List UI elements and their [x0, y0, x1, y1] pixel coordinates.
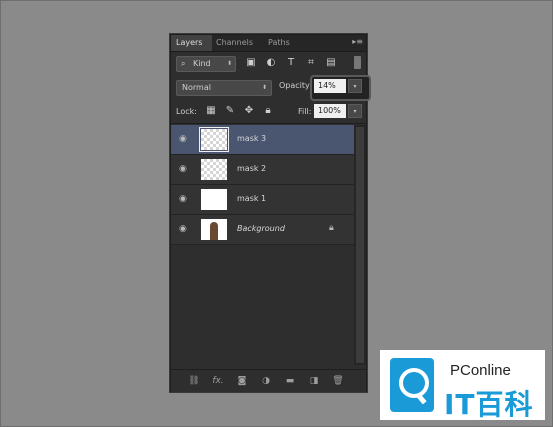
new-group-icon[interactable]: ▬: [283, 375, 297, 387]
lock-image-pixels-icon[interactable]: ✎: [224, 105, 236, 117]
new-layer-icon[interactable]: ◨: [307, 375, 321, 387]
fill-dropdown-arrow-icon[interactable]: ▾: [348, 104, 362, 118]
lock-position-icon[interactable]: ✥: [243, 105, 255, 117]
filter-kind-dropdown[interactable]: ⌕ Kind ⬍: [176, 56, 236, 72]
type-filter-icon[interactable]: T: [285, 57, 297, 69]
panel-tabs: Layers Channels Paths ▸≡: [171, 35, 366, 52]
layer-name: mask 2: [237, 164, 267, 173]
adjustment-layer-icon[interactable]: ◑: [259, 375, 273, 387]
pconline-watermark: PConline IT百科: [380, 350, 545, 421]
filter-row: ⌕ Kind ⬍ ▣ ◐ T ⌗ ▤: [171, 53, 366, 75]
watermark-brand-top: PConline: [450, 362, 511, 379]
eye-icon[interactable]: ◉: [179, 134, 190, 145]
pixel-filter-icon[interactable]: ▣: [245, 57, 257, 69]
opacity-input[interactable]: 14%: [314, 79, 346, 93]
fill-label: Fill:: [298, 107, 312, 116]
lock-all-icon[interactable]: 🔒︎: [262, 105, 274, 117]
layer-thumbnail: [201, 159, 227, 180]
tab-channels[interactable]: Channels: [211, 35, 258, 51]
fx-icon[interactable]: fx.: [211, 375, 225, 387]
link-layers-icon[interactable]: ⛓: [187, 375, 201, 387]
updown-arrow-icon: ⬍: [226, 60, 232, 67]
blend-mode-label: Normal: [182, 83, 211, 92]
layer-thumbnail: [199, 127, 229, 152]
panel-menu-icon[interactable]: ▸≡: [352, 37, 363, 46]
portrait-figure: [210, 222, 218, 240]
pconline-logo-icon: [390, 358, 434, 412]
blend-mode-dropdown[interactable]: Normal ⬍: [176, 80, 272, 96]
layer-thumbnail: [201, 189, 227, 210]
filter-kind-label: Kind: [193, 59, 211, 68]
layer-row-background[interactable]: ◉ Background 🔒︎: [171, 215, 354, 245]
layer-row-mask-1[interactable]: ◉ mask 1: [171, 185, 354, 215]
smart-object-filter-icon[interactable]: ▤: [325, 57, 337, 69]
opacity-dropdown-arrow-icon[interactable]: ▾: [348, 79, 362, 93]
layers-panel: Layers Channels Paths ▸≡ ⌕ Kind ⬍ ▣ ◐ T …: [170, 34, 371, 392]
layers-scrollbar[interactable]: [354, 125, 366, 365]
adjustment-filter-icon[interactable]: ◐: [265, 57, 277, 69]
eye-icon[interactable]: ◉: [179, 194, 190, 205]
opacity-label: Opacity:: [279, 81, 312, 90]
filter-toggle[interactable]: [354, 56, 361, 69]
layers-list: ◉ mask 3 ◉ mask 2 ◉ mask 1 ◉ Background …: [171, 125, 354, 245]
layer-name: mask 1: [237, 194, 267, 203]
layer-thumbnail: [201, 219, 227, 240]
fill-input[interactable]: 100%: [314, 104, 346, 118]
lock-label: Lock:: [176, 107, 197, 116]
layers-bottom-toolbar: ⛓ fx. ◙ ◑ ▬ ◨ 🗑︎: [171, 369, 366, 392]
lock-transparent-pixels-icon[interactable]: ▦: [205, 105, 217, 117]
eye-icon[interactable]: ◉: [179, 224, 190, 235]
scrollbar-thumb[interactable]: [356, 127, 364, 363]
lock-icon: 🔒︎: [329, 223, 334, 233]
updown-arrow-icon: ⬍: [261, 84, 267, 91]
delete-layer-icon[interactable]: 🗑︎: [331, 375, 345, 387]
watermark-brand-bottom: IT百科: [444, 388, 534, 421]
layer-row-mask-3[interactable]: ◉ mask 3: [171, 125, 354, 155]
layer-row-mask-2[interactable]: ◉ mask 2: [171, 155, 354, 185]
tab-layers[interactable]: Layers: [171, 35, 212, 51]
layer-name: mask 3: [237, 134, 267, 143]
tab-paths[interactable]: Paths: [263, 35, 295, 51]
layer-name: Background: [237, 224, 285, 233]
shape-filter-icon[interactable]: ⌗: [305, 57, 317, 69]
eye-icon[interactable]: ◉: [179, 164, 190, 175]
lock-row: Lock: ▦ ✎ ✥ 🔒︎ Fill: 100% ▾: [171, 101, 366, 124]
search-icon: ⌕: [181, 59, 186, 68]
add-mask-icon[interactable]: ◙: [235, 375, 249, 387]
